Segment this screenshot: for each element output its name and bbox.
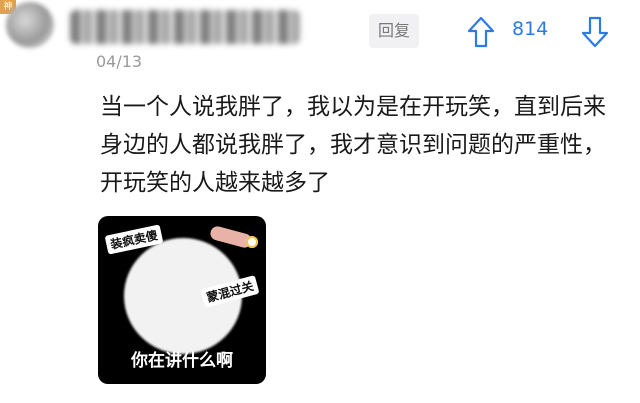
arrow-up-icon [467,16,495,48]
username-blurred[interactable] [70,10,300,44]
downvote-button[interactable] [580,15,610,49]
vote-count: 814 [512,18,549,40]
comment-date: 04/13 [96,52,143,71]
upvote-button[interactable] [466,15,496,49]
reply-button[interactable]: 回复 [369,14,419,48]
meme-caption: 你在讲什么啊 [131,351,233,371]
arrow-down-icon [581,16,609,48]
meme-image[interactable]: 装疯卖傻 蒙混过关 你在讲什么啊 [98,216,266,384]
flower-decoration [246,236,258,248]
comment-text: 当一个人说我胖了，我以为是在开玩笑，直到后来身边的人都说我胖了，我才意识到问题的… [100,94,606,196]
avatar[interactable] [6,2,54,48]
